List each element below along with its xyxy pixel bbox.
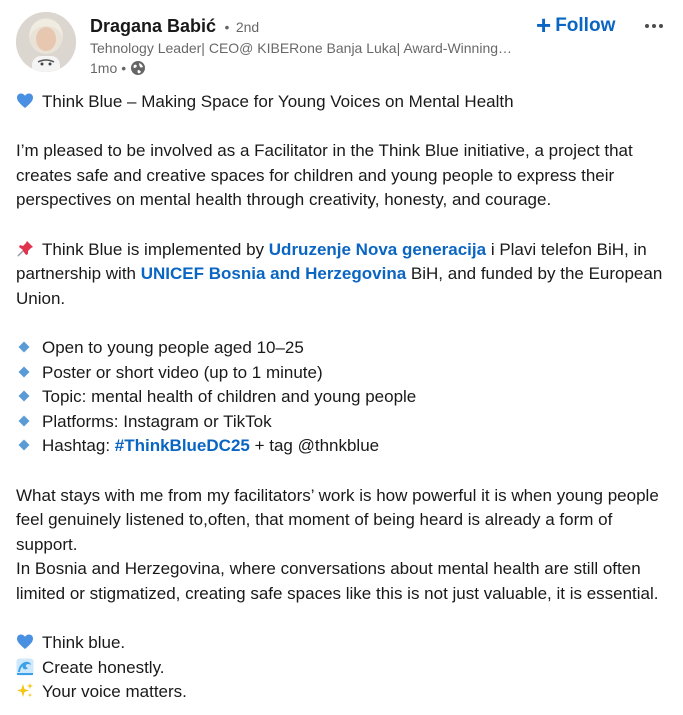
bullet-list: Open to young people aged 10–25 Poster o… — [16, 336, 676, 459]
small-blue-diamond-icon — [18, 390, 30, 402]
post-meta: 1mo • — [90, 58, 530, 78]
author-avatar[interactable] — [16, 12, 76, 72]
list-item-text: Platforms: Instagram or TikTok — [42, 411, 272, 431]
closing-line: Think blue. — [16, 631, 676, 656]
author-name-line: Dragana Babić • 2nd — [90, 14, 530, 38]
closing-text: Your voice matters. — [42, 682, 187, 702]
post-body: Think Blue – Making Space for Young Voic… — [16, 90, 676, 705]
hashtag-link[interactable]: #ThinkBlueDC25 — [115, 436, 250, 455]
list-item-text: Open to young people aged 10–25 — [42, 337, 304, 357]
closing-text: Think blue. — [42, 633, 126, 653]
post-header: Dragana Babić • 2nd Tehnology Leader| CE… — [16, 12, 676, 84]
mention-unicef-bih[interactable]: UNICEF Bosnia and Herzegovina — [141, 264, 406, 283]
small-blue-diamond-icon — [18, 341, 30, 353]
list-item: Open to young people aged 10–25 — [16, 336, 676, 361]
author-name[interactable]: Dragana Babić — [90, 16, 216, 36]
author-headline: Tehnology Leader| CEO@ KIBERone Banja Lu… — [90, 40, 513, 56]
closing-line: Your voice matters. — [16, 680, 676, 705]
closing-text: Create honestly. — [42, 657, 165, 677]
post-intro: I’m pleased to be involved as a Facilita… — [16, 141, 633, 210]
small-blue-diamond-icon — [18, 366, 30, 378]
post-context: In Bosnia and Herzegovina, where convers… — [16, 559, 659, 603]
wave-icon — [16, 658, 34, 676]
ellipsis-dot — [652, 24, 656, 28]
hashtag-prefix: Hashtag: — [42, 436, 115, 456]
ellipsis-dot — [645, 24, 649, 28]
sparkles-icon — [17, 683, 33, 698]
post-time: 1mo — [90, 60, 118, 76]
list-item: Platforms: Instagram or TikTok — [16, 410, 676, 435]
mention-udruzenje-nova-generacija[interactable]: Udruzenje Nova generacija — [269, 240, 486, 259]
hashtag-suffix: + tag @thnkblue — [249, 436, 380, 456]
small-blue-diamond-icon — [18, 415, 30, 427]
ellipsis-dot — [659, 24, 663, 28]
post-title-line: Think Blue – Making Space for Young Voic… — [16, 90, 676, 115]
post-reflection: What stays with me from my facilitators’… — [16, 485, 659, 554]
plus-icon: + — [536, 9, 552, 40]
list-item: Topic: mental health of children and you… — [16, 385, 676, 410]
post-partners: Think Blue is implemented by Udruzenje N… — [16, 238, 676, 312]
partners-text-1: Think Blue is implemented by — [42, 239, 269, 259]
more-options-button[interactable] — [640, 14, 668, 38]
list-item: Poster or short video (up to 1 minute) — [16, 361, 676, 386]
closing-line: Create honestly. — [16, 656, 676, 681]
degree-separator: • — [224, 19, 230, 35]
post-title: Think Blue – Making Space for Young Voic… — [42, 92, 514, 111]
pushpin-icon — [17, 240, 33, 257]
connection-degree: 2nd — [235, 19, 260, 35]
follow-label: Follow — [555, 15, 616, 36]
follow-button[interactable]: + Follow — [532, 12, 619, 40]
blue-heart-icon — [17, 93, 33, 108]
globe-icon — [130, 60, 146, 76]
list-item-text: Topic: mental health of children and you… — [42, 387, 417, 407]
blue-heart-icon — [17, 634, 33, 650]
author-info: Dragana Babić • 2nd Tehnology Leader| CE… — [90, 14, 530, 78]
list-item: Hashtag: #ThinkBlueDC25 + tag @thnkblue — [16, 434, 676, 459]
feed-post: Dragana Babić • 2nd Tehnology Leader| CE… — [0, 0, 683, 715]
meta-separator: • — [121, 60, 127, 76]
small-blue-diamond-icon — [18, 439, 30, 451]
list-item-text: Poster or short video (up to 1 minute) — [42, 362, 323, 382]
